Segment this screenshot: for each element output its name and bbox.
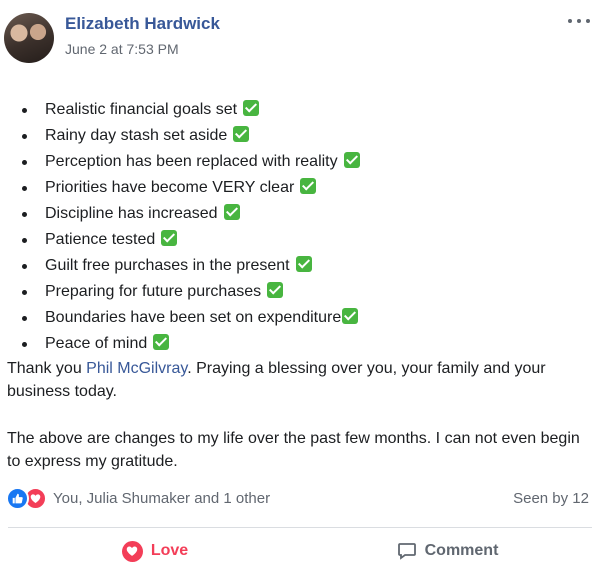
- more-options-icon[interactable]: [568, 14, 590, 28]
- check-mark-icon: [295, 256, 312, 272]
- list-item: Priorities have become VERY clear: [0, 175, 360, 201]
- facebook-post: Elizabeth Hardwick June 2 at 7:53 PM Rea…: [0, 0, 600, 586]
- check-mark-icon: [223, 204, 240, 220]
- check-mark-icon: [343, 152, 360, 168]
- seen-by-count[interactable]: Seen by 12: [513, 490, 589, 507]
- check-mark-icon: [342, 308, 359, 324]
- post-bullet-list: Realistic financial goals set Rainy day …: [0, 97, 360, 357]
- check-mark-icon: [243, 100, 260, 116]
- check-mark-icon: [267, 282, 284, 298]
- post-timestamp[interactable]: June 2 at 7:53 PM: [65, 41, 179, 57]
- check-mark-icon: [300, 178, 317, 194]
- list-item: Preparing for future purchases: [0, 279, 360, 305]
- list-item: Perception has been replaced with realit…: [0, 149, 360, 175]
- check-mark-icon: [153, 334, 170, 350]
- love-button-label: Love: [150, 542, 189, 559]
- comment-icon: [397, 541, 417, 561]
- post-paragraph-gratitude: The above are changes to my life over th…: [7, 430, 580, 470]
- list-item: Patience tested: [0, 227, 360, 253]
- reactions-summary[interactable]: You, Julia Shumaker and 1 other: [6, 486, 270, 510]
- check-mark-icon: [161, 230, 178, 246]
- list-item: Discipline has increased: [0, 201, 360, 227]
- love-button[interactable]: Love: [110, 532, 200, 570]
- like-icon: [6, 486, 29, 510]
- mention-link[interactable]: Phil McGilvray: [86, 360, 187, 377]
- author-avatar[interactable]: [4, 13, 54, 63]
- comment-button-label: Comment: [424, 542, 499, 559]
- list-item: Guilt free purchases in the present: [0, 253, 360, 279]
- check-mark-icon: [233, 126, 250, 142]
- author-name[interactable]: Elizabeth Hardwick: [65, 14, 220, 34]
- reaction-names[interactable]: You, Julia Shumaker and 1 other: [53, 490, 270, 507]
- post-paragraph-thanks: Thank you Phil McGilvray. Praying a bles…: [7, 360, 546, 400]
- comment-button[interactable]: Comment: [390, 532, 505, 570]
- heart-icon: [121, 540, 143, 562]
- list-item: Rainy day stash set aside: [0, 123, 360, 149]
- divider: [8, 527, 592, 528]
- list-item: Realistic financial goals set: [0, 97, 360, 123]
- list-item: Boundaries have been set on expenditure: [0, 305, 360, 331]
- list-item: Peace of mind: [0, 331, 360, 357]
